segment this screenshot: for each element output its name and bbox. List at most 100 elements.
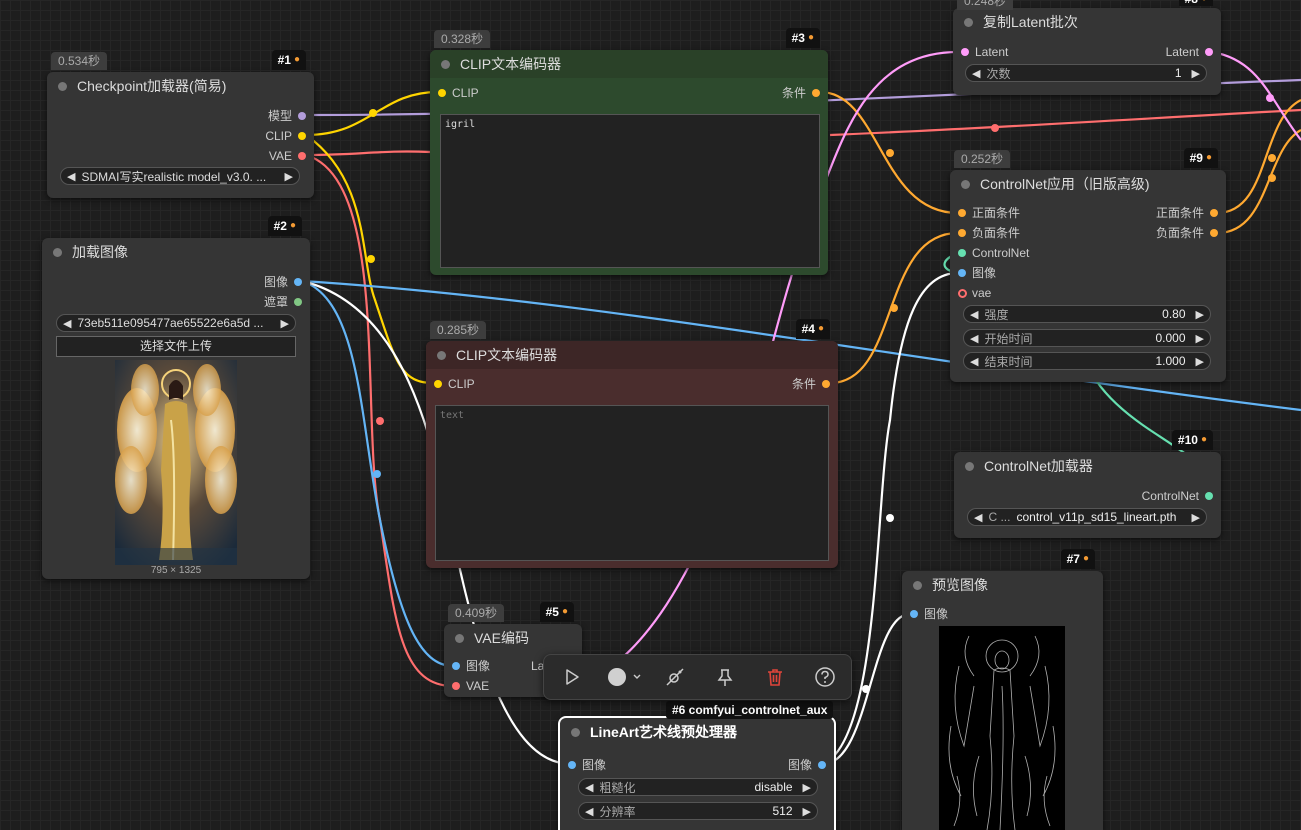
controlnet-model-combo[interactable]: ◀ C ... control_v11p_sd15_lineart.pth ▶ (967, 508, 1207, 526)
output-slot-mask[interactable]: 遮罩 (264, 295, 302, 309)
resolution-stepper[interactable]: ◀ 分辨率 512 ▶ (578, 802, 818, 820)
input-slot-image[interactable]: 图像 (568, 758, 606, 772)
node-title-bar[interactable]: CLIP文本编码器 (426, 341, 838, 369)
arrow-left-icon[interactable]: ◀ (966, 67, 986, 80)
help-button[interactable] (811, 663, 839, 691)
slot-dot[interactable] (958, 249, 966, 257)
slot-dot[interactable] (298, 112, 306, 120)
arrow-right-icon[interactable]: ▶ (1186, 511, 1206, 524)
arrow-left-icon[interactable]: ◀ (579, 805, 599, 818)
collapse-dot-icon[interactable] (455, 633, 464, 643)
pin-button[interactable] (711, 663, 739, 691)
coarse-combo[interactable]: ◀ 粗糙化 disable ▶ (578, 778, 818, 796)
slot-dot[interactable] (1205, 48, 1213, 56)
slot-dot[interactable] (294, 298, 302, 306)
node-title-bar[interactable]: Checkpoint加载器(简易) (47, 72, 314, 100)
output-slot-image[interactable]: 图像 (788, 758, 826, 772)
node-title-bar[interactable]: 复制Latent批次 (953, 8, 1221, 36)
slot-dot[interactable] (452, 662, 460, 670)
queue-node-button[interactable] (558, 663, 586, 691)
arrow-left-icon[interactable]: ◀ (57, 317, 77, 330)
amount-stepper[interactable]: ◀ 次数 1 ▶ (965, 64, 1207, 82)
lineart-preprocessor-node[interactable]: LineArt艺术线预处理器 图像 图像 ◀ 粗糙化 disable ▶ ◀ 分辨率 51… (558, 716, 836, 830)
output-slot-image[interactable]: 图像 (264, 275, 302, 289)
output-slot-positive[interactable]: 正面条件 (1156, 206, 1218, 220)
input-slot-image[interactable]: 图像 (452, 659, 490, 673)
collapse-dot-icon[interactable] (58, 81, 67, 91)
input-slot-image[interactable]: 图像 (910, 607, 948, 621)
slot-dot[interactable] (294, 278, 302, 286)
arrow-left-icon[interactable]: ◀ (579, 781, 599, 794)
output-slot-controlnet[interactable]: ControlNet (1142, 489, 1213, 503)
arrow-left-icon[interactable]: ◀ (964, 332, 984, 345)
load-image-node[interactable]: #2 ● 加载图像 图像 遮罩 ◀ 73eb511e095477ae65522e6a… (42, 216, 310, 579)
slot-dot[interactable] (910, 610, 918, 618)
arrow-right-icon[interactable]: ▶ (1190, 308, 1210, 321)
input-slot-clip[interactable]: CLIP (438, 86, 479, 100)
collapse-dot-icon[interactable] (53, 247, 62, 257)
start-percent-stepper[interactable]: ◀ 开始时间 0.000 ▶ (963, 329, 1211, 347)
node-title-bar[interactable]: ControlNet加载器 (954, 452, 1221, 480)
node-title-bar[interactable]: LineArt艺术线预处理器 (560, 718, 834, 746)
slot-dot[interactable] (958, 269, 966, 277)
slot-dot[interactable] (958, 289, 967, 298)
node-title-bar[interactable]: ControlNet应用（旧版高级) (950, 170, 1226, 198)
arrow-left-icon[interactable]: ◀ (61, 170, 81, 183)
slot-dot[interactable] (1210, 209, 1218, 217)
node-title-bar[interactable]: 预览图像 (902, 571, 1103, 599)
output-slot-latent[interactable]: Latent (1166, 45, 1213, 59)
arrow-left-icon[interactable]: ◀ (964, 308, 984, 321)
color-picker-button[interactable] (604, 663, 644, 691)
slot-dot[interactable] (438, 89, 446, 97)
slot-dot[interactable] (822, 380, 830, 388)
slot-dot[interactable] (452, 682, 460, 690)
arrow-right-icon[interactable]: ▶ (797, 805, 817, 818)
controlnet-loader-node[interactable]: #10 ● ControlNet加载器 ControlNet ◀ C ... cont… (954, 430, 1221, 538)
image-file-combo[interactable]: ◀ 73eb511e095477ae65522e6a5d ... ▶ (56, 314, 296, 332)
slot-dot[interactable] (958, 209, 966, 217)
strength-stepper[interactable]: ◀ 强度 0.80 ▶ (963, 305, 1211, 323)
slot-dot[interactable] (812, 89, 820, 97)
slot-dot[interactable] (434, 380, 442, 388)
delete-button[interactable] (761, 663, 789, 691)
collapse-dot-icon[interactable] (571, 727, 580, 737)
arrow-right-icon[interactable]: ▶ (1190, 355, 1210, 368)
end-percent-stepper[interactable]: ◀ 结束时间 1.000 ▶ (963, 352, 1211, 370)
preview-image-node[interactable]: #7 ● 预览图像 图像 (902, 549, 1103, 830)
slot-dot[interactable] (298, 152, 306, 160)
bypass-button[interactable] (661, 663, 689, 691)
collapse-dot-icon[interactable] (913, 580, 922, 590)
slot-dot[interactable] (958, 229, 966, 237)
prompt-textarea[interactable]: text (435, 405, 829, 561)
prompt-textarea[interactable]: igril (440, 114, 820, 268)
arrow-left-icon[interactable]: ◀ (964, 355, 984, 368)
output-slot-conditioning[interactable]: 条件 (792, 377, 830, 391)
ckpt-name-combo[interactable]: ◀ SDMAI写实realistic model_v3.0. ... ▶ (60, 167, 300, 185)
input-slot-image[interactable]: 图像 (958, 266, 996, 280)
collapse-dot-icon[interactable] (441, 59, 450, 69)
collapse-dot-icon[interactable] (964, 17, 973, 27)
input-slot-clip[interactable]: CLIP (434, 377, 475, 391)
output-slot-clip[interactable]: CLIP (265, 129, 306, 143)
slot-dot[interactable] (961, 48, 969, 56)
checkpoint-loader-node[interactable]: 0.534秒 #1 ● Checkpoint加载器(简易) 模型 CLIP VAE… (47, 50, 314, 198)
input-slot-controlnet[interactable]: ControlNet (958, 246, 1029, 260)
input-slot-negative[interactable]: 负面条件 (958, 226, 1020, 240)
arrow-right-icon[interactable]: ▶ (1186, 67, 1206, 80)
arrow-right-icon[interactable]: ▶ (797, 781, 817, 794)
clip-text-encode-negative-node[interactable]: 0.285秒 #4 ● CLIP文本编码器 CLIP 条件 text (426, 319, 838, 568)
input-slot-latent[interactable]: Latent (961, 45, 1008, 59)
arrow-right-icon[interactable]: ▶ (279, 170, 299, 183)
upload-button[interactable]: 选择文件上传 (56, 336, 296, 357)
input-slot-positive[interactable]: 正面条件 (958, 206, 1020, 220)
output-slot-model[interactable]: 模型 (268, 109, 306, 123)
clip-text-encode-positive-node[interactable]: 0.328秒 #3 ● CLIP文本编码器 CLIP 条件 igril (430, 28, 828, 275)
output-slot-vae[interactable]: VAE (269, 149, 306, 163)
arrow-right-icon[interactable]: ▶ (275, 317, 295, 330)
output-slot-negative[interactable]: 负面条件 (1156, 226, 1218, 240)
input-slot-vae[interactable]: vae (958, 286, 991, 300)
node-title-bar[interactable]: 加载图像 (42, 238, 310, 266)
controlnet-apply-advanced-node[interactable]: 0.252秒 #9 ● ControlNet应用（旧版高级) 正面条件 负面条件 … (950, 148, 1226, 382)
slot-dot[interactable] (298, 132, 306, 140)
node-title-bar[interactable]: CLIP文本编码器 (430, 50, 828, 78)
